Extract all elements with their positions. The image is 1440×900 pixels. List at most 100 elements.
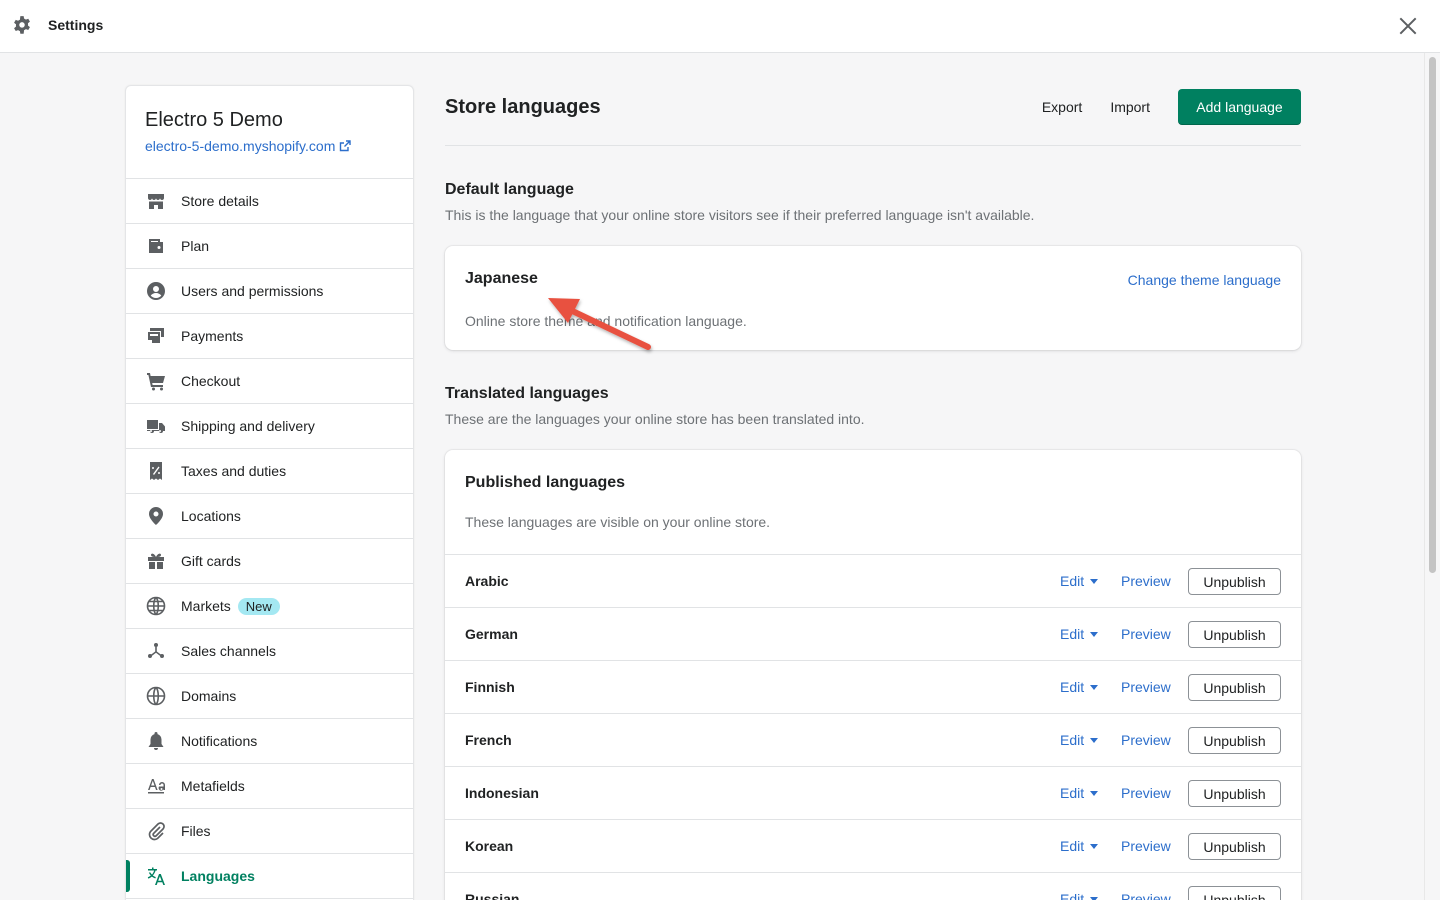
language-row: Indonesian Edit Preview Unpublish xyxy=(445,767,1301,820)
preview-link[interactable]: Preview xyxy=(1121,838,1171,854)
export-button[interactable]: Export xyxy=(1042,99,1082,115)
edit-dropdown[interactable]: Edit xyxy=(1060,732,1099,748)
edit-label[interactable]: Edit xyxy=(1060,626,1084,642)
channels-icon xyxy=(145,641,166,662)
preview-link[interactable]: Preview xyxy=(1121,732,1171,748)
unpublish-button[interactable]: Unpublish xyxy=(1188,886,1281,900)
top-bar: Settings xyxy=(0,0,1440,53)
close-icon[interactable] xyxy=(1397,15,1419,37)
edit-label[interactable]: Edit xyxy=(1060,573,1084,589)
scrollbar-thumb[interactable] xyxy=(1429,57,1436,573)
sidebar-item-label: Notifications xyxy=(181,733,258,749)
sidebar-item-notifications[interactable]: Notifications xyxy=(126,719,413,764)
edit-label[interactable]: Edit xyxy=(1060,891,1084,900)
unpublish-button[interactable]: Unpublish xyxy=(1188,833,1281,860)
sidebar-item-checkout[interactable]: Checkout xyxy=(126,359,413,404)
edit-label[interactable]: Edit xyxy=(1060,679,1084,695)
edit-label[interactable]: Edit xyxy=(1060,732,1084,748)
sidebar-item-taxes[interactable]: Taxes and duties xyxy=(126,449,413,494)
preview-link[interactable]: Preview xyxy=(1121,573,1171,589)
sidebar-item-domains[interactable]: Domains xyxy=(126,674,413,719)
change-theme-language-link[interactable]: Change theme language xyxy=(1128,272,1281,288)
location-icon xyxy=(145,506,166,527)
sidebar-item-payments[interactable]: Payments xyxy=(126,314,413,359)
edit-dropdown[interactable]: Edit xyxy=(1060,891,1099,900)
user-icon xyxy=(145,281,166,302)
sidebar-item-markets[interactable]: Markets New xyxy=(126,584,413,629)
domain-icon xyxy=(145,686,166,707)
sidebar-item-label: Plan xyxy=(181,238,210,254)
main-content: Store languages Export Import Add langua… xyxy=(445,85,1301,900)
default-language-note: Online store theme and notification lang… xyxy=(465,313,747,329)
sidebar-item-label: Metafields xyxy=(181,778,245,794)
external-link-icon xyxy=(340,140,352,152)
store-header: Electro 5 Demo electro-5-demo.myshopify.… xyxy=(126,86,413,179)
header-actions: Export Import Add language xyxy=(1042,89,1301,125)
sidebar-item-plan[interactable]: Plan xyxy=(126,224,413,269)
translated-languages-section: Translated languages These are the langu… xyxy=(445,385,1301,427)
published-languages-description: These languages are visible on your onli… xyxy=(465,514,771,530)
default-language-heading: Default language xyxy=(445,181,574,198)
unpublish-button[interactable]: Unpublish xyxy=(1188,727,1281,754)
globe-icon xyxy=(145,596,166,617)
unpublish-button[interactable]: Unpublish xyxy=(1188,621,1281,648)
unpublish-button[interactable]: Unpublish xyxy=(1188,780,1281,807)
edit-dropdown[interactable]: Edit xyxy=(1060,838,1099,854)
edit-label[interactable]: Edit xyxy=(1060,838,1084,854)
sidebar-item-files[interactable]: Files xyxy=(126,809,413,854)
language-row: Arabic Edit Preview Unpublish xyxy=(445,555,1301,608)
translate-icon xyxy=(145,866,166,887)
scrollbar[interactable] xyxy=(1424,53,1440,900)
caret-down-icon xyxy=(1090,684,1099,690)
edit-label[interactable]: Edit xyxy=(1060,785,1084,801)
page-title: Store languages xyxy=(445,96,601,118)
default-language-section: Default language This is the language th… xyxy=(445,181,1301,223)
metafields-icon xyxy=(145,776,166,797)
unpublish-button[interactable]: Unpublish xyxy=(1188,674,1281,701)
truck-icon xyxy=(145,416,166,437)
caret-down-icon xyxy=(1090,790,1099,796)
language-name: French xyxy=(465,732,512,748)
default-language-card: Japanese Change theme language Online st… xyxy=(445,246,1301,350)
store-icon xyxy=(145,191,166,212)
sidebar-item-users[interactable]: Users and permissions xyxy=(126,269,413,314)
preview-link[interactable]: Preview xyxy=(1121,626,1171,642)
store-url[interactable]: electro-5-demo.myshopify.com xyxy=(145,138,335,154)
sidebar-item-shipping[interactable]: Shipping and delivery xyxy=(126,404,413,449)
settings-sidebar: Electro 5 Demo electro-5-demo.myshopify.… xyxy=(125,85,414,900)
edit-dropdown[interactable]: Edit xyxy=(1060,626,1099,642)
sidebar-item-sales-channels[interactable]: Sales channels xyxy=(126,629,413,674)
import-button[interactable]: Import xyxy=(1110,99,1150,115)
store-url-link[interactable]: electro-5-demo.myshopify.com xyxy=(145,138,394,154)
sidebar-item-label: Domains xyxy=(181,688,237,704)
sidebar-item-locations[interactable]: Locations xyxy=(126,494,413,539)
edit-dropdown[interactable]: Edit xyxy=(1060,785,1099,801)
add-language-button[interactable]: Add language xyxy=(1178,89,1301,125)
gift-icon xyxy=(145,551,166,572)
edit-dropdown[interactable]: Edit xyxy=(1060,679,1099,695)
language-row: German Edit Preview Unpublish xyxy=(445,608,1301,661)
language-row: Korean Edit Preview Unpublish xyxy=(445,820,1301,873)
sidebar-item-label: Checkout xyxy=(181,373,241,389)
default-language-name: Japanese xyxy=(465,270,538,287)
language-row: Finnish Edit Preview Unpublish xyxy=(445,661,1301,714)
paperclip-icon xyxy=(145,821,166,842)
sidebar-item-label: Files xyxy=(181,823,211,839)
unpublish-button[interactable]: Unpublish xyxy=(1188,568,1281,595)
cart-icon xyxy=(145,371,166,392)
sidebar-item-metafields[interactable]: Metafields xyxy=(126,764,413,809)
new-badge: New xyxy=(237,597,280,615)
wallet-icon xyxy=(145,236,166,257)
preview-link[interactable]: Preview xyxy=(1121,679,1171,695)
language-name: Arabic xyxy=(465,573,509,589)
sidebar-item-languages[interactable]: Languages xyxy=(126,854,413,899)
sidebar-item-store-details[interactable]: Store details xyxy=(126,179,413,224)
sidebar-item-label: Markets xyxy=(181,598,231,614)
preview-link[interactable]: Preview xyxy=(1121,891,1171,900)
preview-link[interactable]: Preview xyxy=(1121,785,1171,801)
published-languages-card: Published languages These languages are … xyxy=(445,450,1301,900)
language-name: German xyxy=(465,626,518,642)
sidebar-item-gift-cards[interactable]: Gift cards xyxy=(126,539,413,584)
edit-dropdown[interactable]: Edit xyxy=(1060,573,1099,589)
store-name: Electro 5 Demo xyxy=(145,109,283,131)
